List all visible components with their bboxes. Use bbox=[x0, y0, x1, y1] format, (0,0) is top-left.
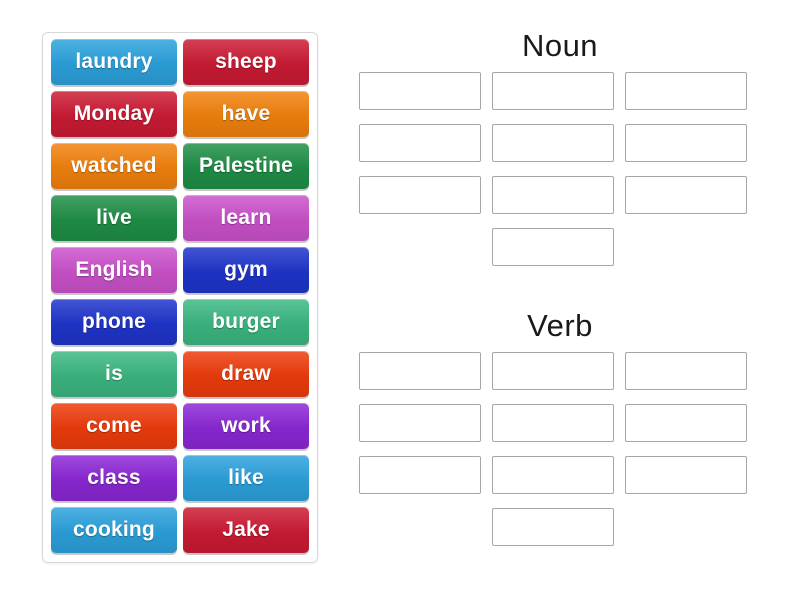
word-tile[interactable]: have bbox=[183, 91, 309, 137]
word-tile[interactable]: gym bbox=[183, 247, 309, 293]
word-tile[interactable]: class bbox=[51, 455, 177, 501]
drop-slot-noun[interactable] bbox=[492, 124, 614, 162]
word-tile[interactable]: Jake bbox=[183, 507, 309, 553]
word-tile[interactable]: Monday bbox=[51, 91, 177, 137]
drop-slot-noun[interactable] bbox=[492, 72, 614, 110]
word-tile-grid: laundry sheep Monday have watched Palestine li… bbox=[50, 39, 310, 553]
word-tile[interactable]: Palestine bbox=[183, 143, 309, 189]
drop-slot-verb[interactable] bbox=[625, 456, 747, 494]
word-tile[interactable]: cooking bbox=[51, 507, 177, 553]
drop-slot-noun[interactable] bbox=[625, 72, 747, 110]
word-tile[interactable]: watched bbox=[51, 143, 177, 189]
category-verb: Verb bbox=[340, 300, 780, 546]
word-tile[interactable]: draw bbox=[183, 351, 309, 397]
word-tile[interactable]: laundry bbox=[51, 39, 177, 85]
drop-slot-verb[interactable] bbox=[492, 508, 614, 546]
drop-slot-grid-verb bbox=[340, 352, 780, 546]
word-tile[interactable]: sheep bbox=[183, 39, 309, 85]
drop-slot-verb[interactable] bbox=[359, 456, 481, 494]
word-tile[interactable]: learn bbox=[183, 195, 309, 241]
word-tile[interactable]: phone bbox=[51, 299, 177, 345]
drop-slot-noun[interactable] bbox=[359, 124, 481, 162]
activity-stage: laundry sheep Monday have watched Palestine li… bbox=[0, 0, 800, 600]
drop-slot-verb[interactable] bbox=[492, 456, 614, 494]
word-tile[interactable]: live bbox=[51, 195, 177, 241]
drop-slot-verb[interactable] bbox=[625, 404, 747, 442]
drop-slot-noun[interactable] bbox=[625, 124, 747, 162]
drop-slot-verb[interactable] bbox=[492, 404, 614, 442]
drop-slot-noun[interactable] bbox=[492, 176, 614, 214]
category-title-verb: Verb bbox=[527, 308, 593, 343]
word-tile[interactable]: English bbox=[51, 247, 177, 293]
category-noun: Noun bbox=[340, 20, 780, 266]
category-title-noun: Noun bbox=[521, 28, 599, 63]
word-tile[interactable]: like bbox=[183, 455, 309, 501]
drop-slot-grid-noun bbox=[340, 72, 780, 266]
drop-slot-noun[interactable] bbox=[359, 176, 481, 214]
drop-slot-verb[interactable] bbox=[625, 352, 747, 390]
word-bank-panel: laundry sheep Monday have watched Palestine li… bbox=[42, 32, 318, 563]
word-tile[interactable]: work bbox=[183, 403, 309, 449]
word-tile[interactable]: burger bbox=[183, 299, 309, 345]
drop-slot-verb[interactable] bbox=[492, 352, 614, 390]
drop-slot-verb[interactable] bbox=[359, 404, 481, 442]
drop-slot-noun[interactable] bbox=[625, 176, 747, 214]
word-tile[interactable]: is bbox=[51, 351, 177, 397]
drop-slot-verb[interactable] bbox=[359, 352, 481, 390]
drop-slot-noun[interactable] bbox=[359, 72, 481, 110]
drop-slot-noun[interactable] bbox=[492, 228, 614, 266]
word-tile[interactable]: come bbox=[51, 403, 177, 449]
